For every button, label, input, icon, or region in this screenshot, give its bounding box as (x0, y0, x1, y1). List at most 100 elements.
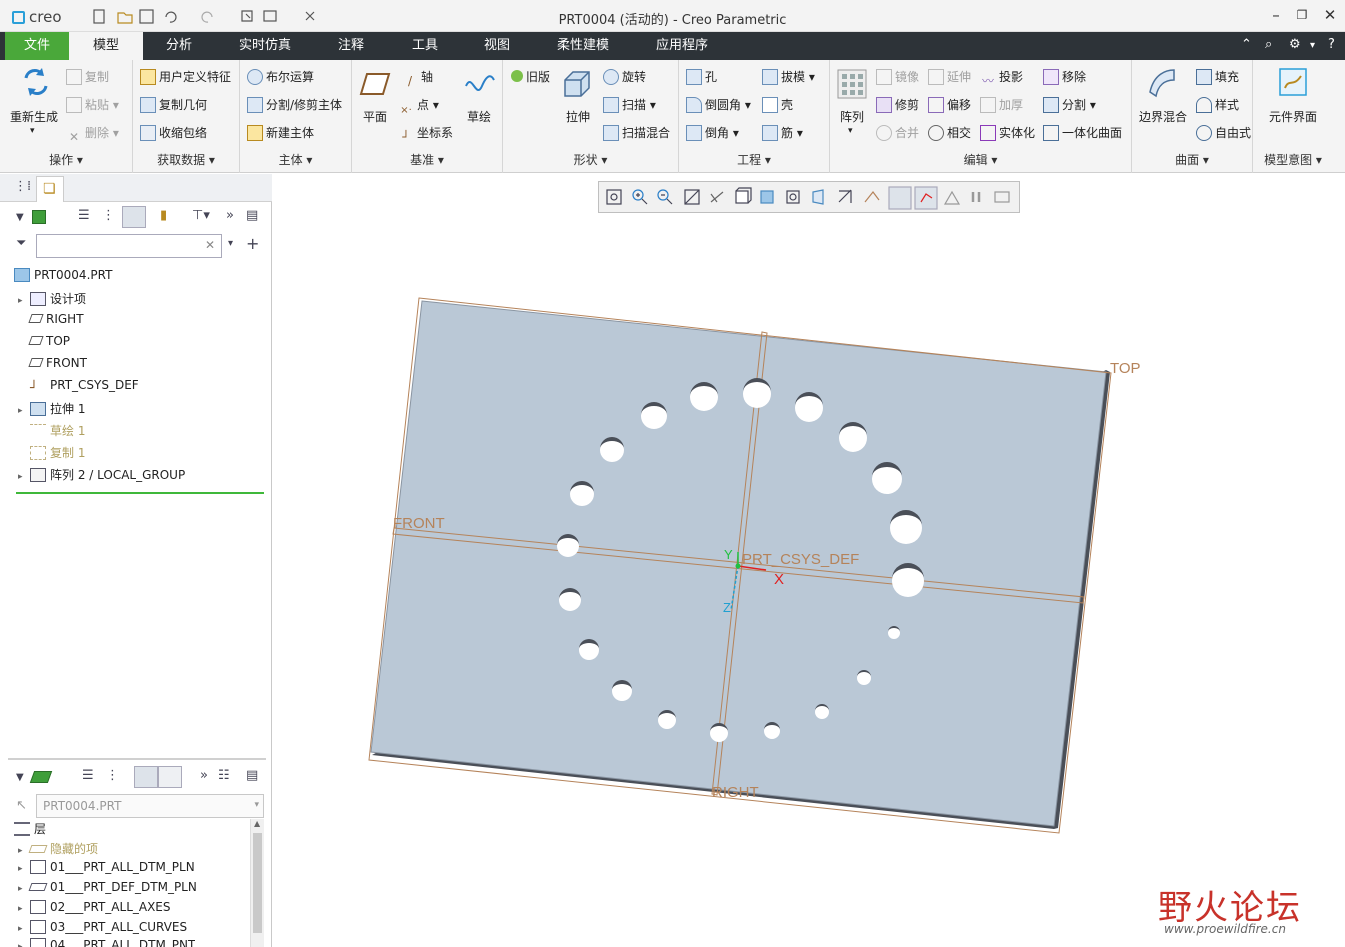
group-label-engineering[interactable]: 工程 ▾ (679, 151, 829, 168)
repaint-icon[interactable] (684, 189, 700, 205)
tab-flexible-modeling[interactable]: 柔性建模 (546, 32, 620, 60)
help-icon[interactable]: ? (1328, 37, 1335, 52)
unify-surface-button[interactable]: 一体化曲面 (1043, 124, 1122, 141)
pattern-button[interactable]: 阵列 (840, 108, 864, 125)
pause-icon[interactable] (971, 192, 981, 202)
layer-scrollbar[interactable]: ▲ (250, 819, 264, 947)
layer-settings-icon[interactable]: ▤ (246, 768, 258, 783)
tree-item-copy[interactable]: 复制 1 (18, 444, 85, 464)
tree-item-part[interactable]: PRT0004.PRT (14, 268, 112, 288)
layer-item-all-curves[interactable]: ▸ 03___PRT_ALL_CURVES (18, 920, 187, 940)
tree-item-top[interactable]: TOP (18, 334, 70, 354)
freestyle-button[interactable]: 自由式 (1196, 124, 1251, 141)
rib-button[interactable]: 筋 ▾ (762, 124, 803, 141)
csys-display-icon[interactable] (914, 186, 938, 210)
tab-analysis[interactable]: 分析 (150, 32, 208, 60)
layer-item-all-dtm-pln[interactable]: ▸ 01___PRT_ALL_DTM_PLN (18, 860, 195, 880)
tree-item-pattern[interactable]: ▸ 阵列 2 / LOCAL_GROUP (18, 466, 185, 486)
project-button[interactable]: 〰投影 (980, 68, 1023, 88)
group-label-get-data[interactable]: 获取数据 ▾ (133, 151, 239, 168)
thicken-button[interactable]: 加厚 (980, 96, 1023, 113)
saved-orientations-icon[interactable] (735, 187, 752, 204)
solidify-button[interactable]: 实体化 (980, 124, 1035, 141)
scrollbar-thumb[interactable] (253, 833, 262, 933)
maximize-button[interactable]: ❐ (1292, 8, 1312, 22)
component-interface-button[interactable]: 元件界面 (1269, 108, 1317, 125)
trim-button[interactable]: 修剪 (876, 96, 919, 113)
merge-button[interactable]: 合并 (876, 124, 919, 141)
graphics-window[interactable]: TOP FRONT RIGHT PRT_CSYS_DEF X Y Z (273, 174, 1345, 947)
group-label-body[interactable]: 主体 ▾ (240, 151, 351, 168)
folder-browser-tab[interactable]: ❏ (36, 176, 64, 202)
tree-item-design-items[interactable]: ▸ 设计项 (18, 290, 86, 310)
annotation-display-icon[interactable] (864, 191, 880, 203)
fill-button[interactable]: 填充 (1196, 68, 1239, 85)
bookmark-icon[interactable]: ▮ (160, 208, 167, 223)
tree-item-extrude[interactable]: ▸ 拉伸 1 (18, 400, 85, 420)
tree-item-right[interactable]: RIGHT (18, 312, 84, 332)
tree-item-csys[interactable]: ┘ PRT_CSYS_DEF (18, 378, 139, 398)
shell-button[interactable]: 壳 (762, 96, 793, 113)
layer-toggle-1[interactable] (134, 766, 158, 788)
close-button[interactable]: ✕ (1320, 6, 1340, 24)
layer-list-icon[interactable]: ☷ (218, 768, 230, 783)
tab-model[interactable]: 模型 (69, 32, 143, 60)
insert-here-marker[interactable] (16, 492, 264, 494)
plane-button[interactable]: 平面 (363, 108, 387, 125)
model-tree-tab-icon[interactable]: ⋮⁞ (14, 179, 31, 194)
new-body-button[interactable]: 新建主体 (247, 124, 314, 141)
sketch-button[interactable]: 草绘 (467, 108, 491, 125)
revolve-button[interactable]: 旋转 (603, 68, 646, 85)
layer-tree-header[interactable]: 层 (14, 820, 46, 840)
layer-item-all-dtm-pnt[interactable]: ▸ 04___PRT_ALL_DTM_PNT (18, 938, 195, 947)
settings-page-icon[interactable]: ▤ (246, 208, 258, 223)
csys-button[interactable]: ┘ 坐标系 (398, 124, 453, 146)
zoom-in-icon[interactable] (632, 189, 648, 205)
layer-item-hidden[interactable]: ▸ 隐藏的项 (18, 840, 98, 860)
layer-show-icon[interactable]: ☰ (82, 768, 94, 783)
shrinkwrap-button[interactable]: 收缩包络 (140, 124, 207, 141)
layer-item-all-axes[interactable]: ▸ 02___PRT_ALL_AXES (18, 900, 171, 920)
delete-button[interactable]: ✕ 删除 ▾ (66, 124, 119, 146)
axis-button[interactable]: / 轴 (402, 68, 433, 90)
layer-more-icon[interactable]: » (200, 768, 208, 783)
intersect-button[interactable]: 相交 (928, 124, 971, 141)
more-icon[interactable]: » (226, 208, 234, 223)
boundary-blend-button[interactable]: 边界混合 (1139, 108, 1187, 125)
mirror-button[interactable]: 镜像 (876, 68, 919, 85)
add-filter-icon[interactable]: + (246, 234, 259, 253)
regenerate-button[interactable]: 重新生成 (10, 108, 58, 125)
tree-menu-dropdown[interactable]: ▼ (16, 212, 24, 223)
group-label-editing[interactable]: 编辑 ▾ (830, 151, 1131, 168)
layer-toggle-2[interactable] (158, 766, 182, 788)
layer-menu-dropdown[interactable]: ▼ (16, 772, 24, 783)
remove-button[interactable]: 移除 (1043, 68, 1086, 85)
pattern-dropdown[interactable]: ▾ (848, 126, 853, 136)
extend-button[interactable]: 延伸 (928, 68, 971, 85)
sort-icon[interactable]: ⊤▾ (192, 208, 210, 223)
view-manager-icon[interactable] (786, 190, 800, 204)
select-pointer-icon[interactable]: ↖ (16, 798, 27, 813)
tab-view[interactable]: 视图 (468, 32, 526, 60)
split-trim-button[interactable]: 分割/修剪主体 (247, 96, 342, 113)
swept-blend-button[interactable]: 扫描混合 (603, 124, 670, 141)
collapse-ribbon-icon[interactable]: ⌃ (1241, 37, 1252, 52)
layer-item-def-dtm-pln[interactable]: ▸ 01___PRT_DEF_DTM_PLN (18, 880, 197, 900)
minimize-button[interactable]: – (1266, 6, 1286, 24)
tree-search-input[interactable]: ✕ (36, 234, 222, 258)
search-icon[interactable]: ⌕ (1265, 37, 1272, 52)
show-icon[interactable]: ☰ (78, 208, 90, 223)
tab-applications[interactable]: 应用程序 (645, 32, 719, 60)
perspective-icon[interactable] (812, 189, 824, 205)
copy-geometry-button[interactable]: 复制几何 (140, 96, 207, 113)
group-label-model-intent[interactable]: 模型意图 ▾ (1253, 151, 1333, 168)
group-label-operations[interactable]: 操作 ▾ (0, 151, 132, 168)
tree-filter-icon[interactable]: ⋮ (102, 208, 115, 223)
refit-icon[interactable] (606, 189, 622, 205)
filter-icon[interactable]: ⏷ (16, 236, 26, 251)
style-button[interactable]: 样式 (1196, 96, 1239, 113)
round-button[interactable]: 倒圆角 ▾ (686, 96, 751, 113)
panel-splitter[interactable] (8, 758, 266, 760)
boolean-button[interactable]: 布尔运算 (247, 68, 314, 85)
copy-button[interactable]: 复制 (66, 68, 109, 85)
